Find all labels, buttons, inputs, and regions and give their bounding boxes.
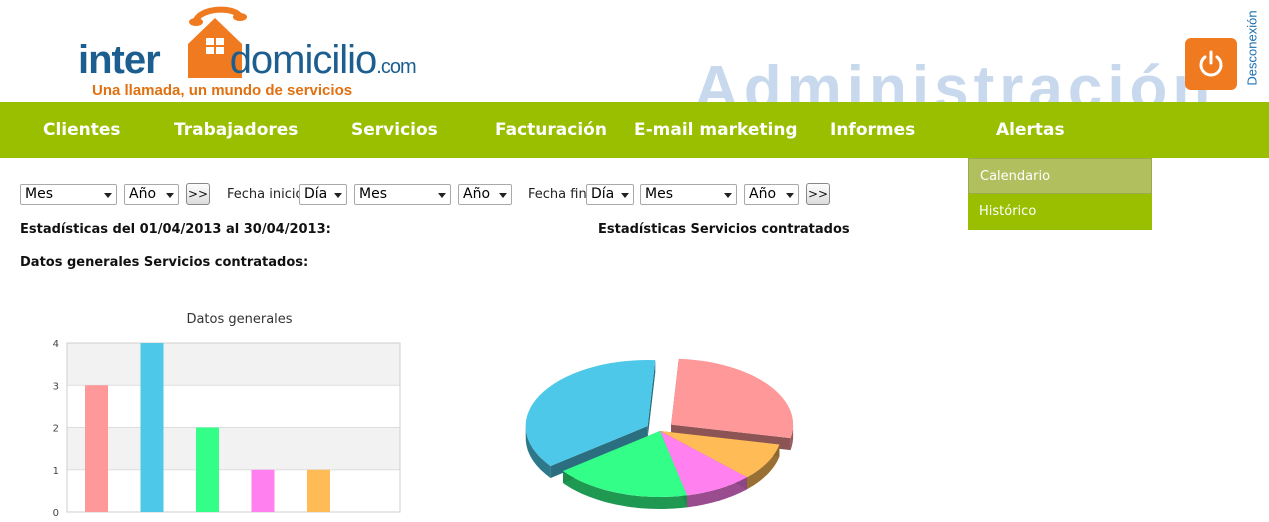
grid-band — [67, 427, 400, 470]
end-day-select[interactable]: Día — [586, 184, 634, 205]
start-month-value: Mes — [359, 186, 387, 202]
admin-watermark: Administración — [694, 54, 1216, 103]
bar — [140, 343, 164, 512]
chevron-down-icon — [724, 193, 732, 198]
chevron-down-icon — [104, 193, 112, 198]
date-filters: Mes Año >> Fecha inicio Día Mes Año Fech… — [20, 183, 850, 206]
year-select[interactable]: Año — [124, 184, 179, 205]
stats-period-title: Estadísticas del 01/04/2013 al 30/04/201… — [20, 222, 331, 237]
general-data-title: Datos generales Servicios contratados: — [20, 255, 309, 270]
y-tick-label: 3 — [53, 381, 59, 392]
bar — [251, 469, 275, 512]
start-day-value: Día — [304, 186, 328, 202]
bar — [85, 385, 108, 512]
month-select[interactable]: Mes — [20, 184, 117, 205]
chevron-down-icon — [786, 193, 794, 198]
logout-link[interactable]: Desconexión — [1240, 0, 1264, 95]
start-year-select[interactable]: Año — [458, 184, 512, 205]
end-month-value: Mes — [645, 186, 673, 202]
nav-item-servicios[interactable]: Servicios — [351, 102, 438, 158]
nav-item-alertas[interactable]: Alertas — [996, 102, 1065, 158]
services-stats-title: Estadísticas Servicios contratados — [598, 222, 850, 237]
chart-title: Datos generales — [186, 312, 292, 327]
end-year-value: Año — [749, 186, 777, 202]
alertas-dropdown-menu: Calendario Histórico — [968, 158, 1152, 230]
dropdown-item-historico[interactable]: Histórico — [968, 194, 1152, 230]
y-tick-label: 0 — [53, 508, 59, 519]
general-bar-chart: Datos generales 0 1 2 3 4 — [53, 312, 401, 519]
site-logo[interactable]: inter domicilio.com Una llamada, un mundo… — [78, 4, 458, 100]
year-select-value: Año — [129, 186, 157, 202]
start-year-value: Año — [463, 186, 491, 202]
chevron-down-icon — [166, 193, 174, 198]
month-select-value: Mes — [25, 186, 53, 202]
pie-slice — [671, 358, 794, 439]
submit-month-button[interactable]: >> — [186, 183, 210, 205]
end-day-value: Día — [591, 186, 615, 202]
y-tick-label: 2 — [53, 424, 59, 435]
fecha-fin-label: Fecha fin — [528, 187, 587, 202]
start-day-select[interactable]: Día — [299, 184, 347, 205]
power-icon — [1199, 50, 1223, 77]
nav-item-email-marketing[interactable]: E-mail marketing — [634, 102, 798, 158]
nav-item-clientes[interactable]: Clientes — [43, 102, 121, 158]
bar — [307, 469, 330, 512]
submit-range-button[interactable]: >> — [806, 183, 830, 205]
fecha-inicio-label: Fecha inicio — [227, 187, 304, 202]
nav-item-trabajadores[interactable]: Trabajadores — [174, 102, 298, 158]
chevron-down-icon — [499, 193, 507, 198]
header: inter domicilio.com Una llamada, un mundo… — [0, 0, 1269, 102]
logo-wordmark: inter domicilio.com — [78, 38, 417, 82]
bar — [196, 427, 219, 512]
end-month-select[interactable]: Mes — [640, 184, 737, 205]
y-tick-label: 4 — [53, 339, 59, 350]
logo-tagline: Una llamada, un mundo de servicios — [92, 82, 353, 99]
nav-item-facturacion[interactable]: Facturación — [495, 102, 607, 158]
chevron-down-icon — [438, 193, 446, 198]
chevron-down-icon — [621, 193, 629, 198]
services-pie-chart — [525, 358, 794, 509]
start-month-select[interactable]: Mes — [354, 184, 451, 205]
grid-band — [67, 343, 400, 386]
y-tick-label: 1 — [53, 466, 59, 477]
dropdown-item-calendario[interactable]: Calendario — [968, 158, 1152, 194]
logout-button[interactable] — [1185, 38, 1237, 90]
end-year-select[interactable]: Año — [744, 184, 799, 205]
chevron-down-icon — [334, 193, 342, 198]
nav-item-informes[interactable]: Informes — [830, 102, 915, 158]
main-nav: Clientes Trabajadores Servicios Facturac… — [0, 102, 1269, 158]
